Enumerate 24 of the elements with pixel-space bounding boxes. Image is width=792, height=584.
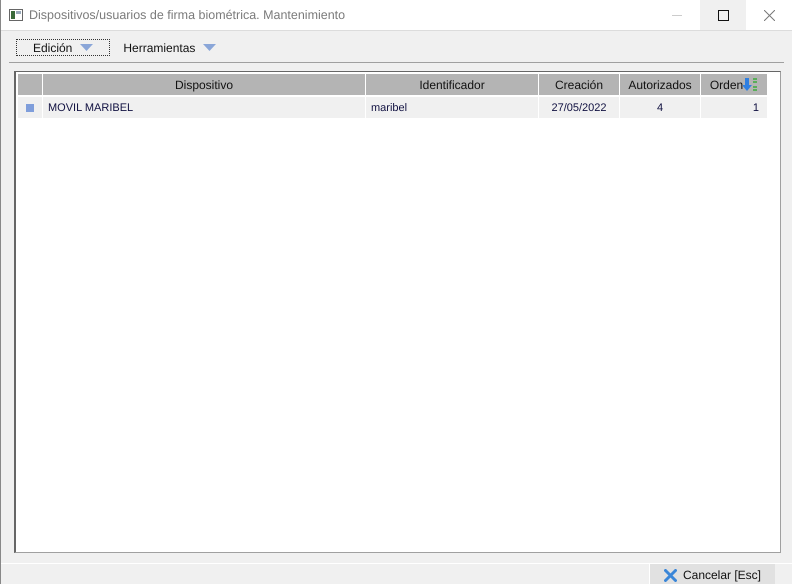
dropdown-arrow-icon	[80, 44, 94, 51]
table-cell: maribel	[366, 97, 538, 118]
menu-button[interactable]: Edición	[16, 39, 110, 56]
maximize-button[interactable]	[700, 0, 746, 30]
menu-button[interactable]: Herramientas	[114, 39, 234, 56]
window-app-icon	[9, 9, 23, 21]
table-cell: MOVIL MARIBEL	[43, 97, 365, 118]
sort-ascending-icon	[743, 76, 758, 92]
cross-icon	[664, 568, 677, 582]
table-cell: 4	[620, 97, 700, 118]
maximize-icon	[718, 10, 728, 20]
column-header[interactable]: Autorizados	[620, 74, 700, 95]
dropdown-arrow-icon	[203, 44, 216, 51]
table-cell: 27/05/2022	[539, 97, 619, 118]
column-header[interactable]: Identificador	[366, 74, 538, 95]
window-title: Dispositivos/usuarios de firma biométrica. Mantenimiento	[29, 8, 346, 22]
minimize-icon	[672, 14, 682, 16]
column-header[interactable]: Dispositivo	[43, 74, 365, 95]
close-icon	[764, 10, 774, 20]
table-cell: 1	[701, 97, 767, 118]
column-header[interactable]: Creación	[539, 74, 619, 95]
column-header[interactable]: Orden	[701, 74, 767, 95]
cancel-button[interactable]: Cancelar [Esc]	[649, 564, 775, 584]
row-header-corner	[18, 74, 42, 95]
